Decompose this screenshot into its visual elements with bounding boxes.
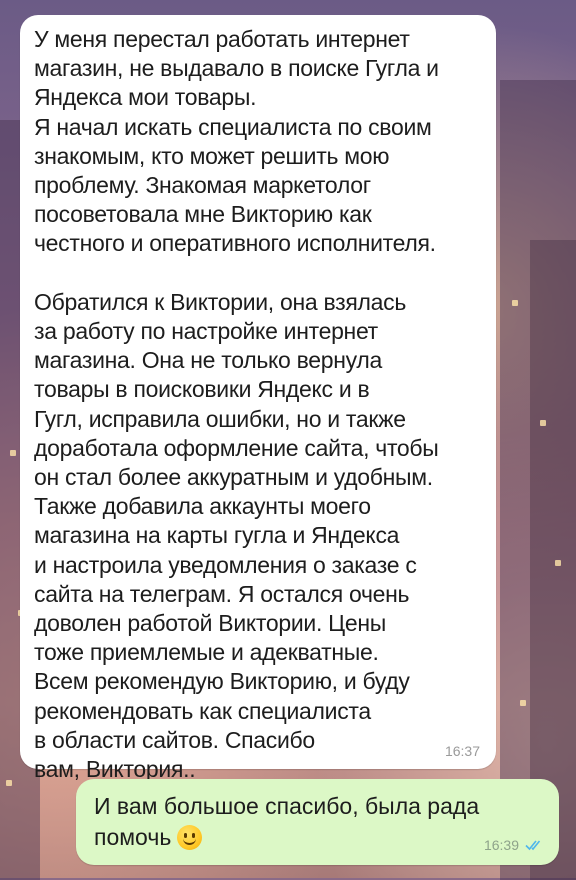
- message-time: 16:39: [483, 837, 519, 853]
- smiling-face-emoji-icon: [177, 825, 203, 850]
- wallpaper-light: [6, 780, 12, 786]
- message-time: 16:37: [444, 743, 480, 759]
- wallpaper-light: [520, 700, 526, 706]
- incoming-message-bubble[interactable]: У меня перестал работать интернет магази…: [20, 15, 496, 782]
- message-text: И вам большое спасибо, была рада помочь: [94, 793, 480, 850]
- outgoing-message-bubble[interactable]: И вам большое спасибо, была рада помочь …: [76, 779, 559, 865]
- message-text-wrap: И вам большое спасибо, была рада помочь: [94, 791, 534, 853]
- message-text: У меня перестал работать интернет магази…: [34, 26, 439, 783]
- double-check-read-icon: [525, 840, 541, 851]
- wallpaper-light: [540, 420, 546, 426]
- wallpaper-light: [555, 560, 561, 566]
- message-meta: 16:39: [484, 837, 545, 853]
- wallpaper-light: [10, 450, 16, 456]
- wallpaper-light: [512, 300, 518, 306]
